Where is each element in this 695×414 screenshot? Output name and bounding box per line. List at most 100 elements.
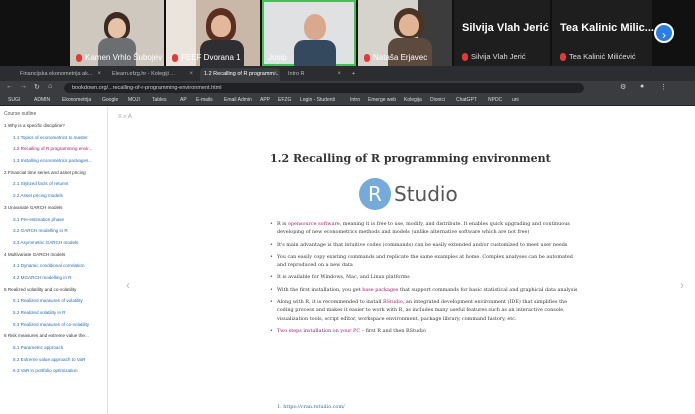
toc-section[interactable]: 5.2 Realized volatility in R	[0, 307, 107, 319]
bookmark[interactable]: Intro	[350, 97, 360, 103]
back-icon[interactable]: ←	[6, 83, 13, 90]
bookmark[interactable]: AP	[180, 97, 187, 103]
participant-face	[108, 18, 126, 38]
toc-chapter[interactable]: 6 Risk measures and extreme value the...	[0, 330, 107, 342]
toc-section[interactable]: 3.3 Asymmetric GARCH models	[0, 237, 107, 249]
list-item: It is available for Windows, Mac, and Li…	[270, 273, 582, 282]
toc-section[interactable]: 4.2 MGARCH modelling in R	[0, 272, 107, 284]
bookmark[interactable]: Google	[102, 97, 118, 103]
muted-mic-icon	[462, 52, 468, 61]
participant-tile[interactable]: Nataša Erjavec	[358, 0, 452, 66]
cran-link[interactable]: 1. https://cran.rstudio.com/	[277, 404, 345, 410]
highlight-link[interactable]: opensource software	[288, 221, 340, 227]
participant-tile-active[interactable]: Josip	[262, 0, 356, 66]
bookmark[interactable]: Tables	[152, 97, 166, 103]
book-toolbar-icons[interactable]: ≡ ⌕ A	[118, 114, 132, 121]
toc-section[interactable]: 3.1 Pre-estimation phase	[0, 214, 107, 226]
close-tab-icon[interactable]: ×	[273, 71, 277, 77]
toc-section-current[interactable]: 1.2 Recalling of R programming envir...	[0, 143, 107, 155]
bookmark[interactable]: NPDC	[488, 97, 502, 103]
toc-chapter[interactable]: 2 Financial time series and asset pricin…	[0, 167, 107, 179]
participant-display-name: Tea Kalinic Milic...	[560, 22, 654, 34]
list-item: Along with R, it is recommended to insta…	[270, 298, 582, 323]
toc-chapter[interactable]: 1 Why is a specific discipline?	[0, 120, 107, 132]
browser-address-bar: ← → ↻ ⌂ bookdown.org/...recalling-of-r-p…	[0, 81, 695, 95]
previous-page-icon[interactable]: ‹	[126, 278, 130, 292]
toc-chapter[interactable]: 5 Realized volatility and co-volatility	[0, 284, 107, 296]
toc-chapter[interactable]: 4 Multivariate GARCH models	[0, 249, 107, 261]
highlight-link[interactable]: Two steps installation on your PC	[277, 328, 360, 334]
toc-section[interactable]: 2.2 Asset pricing models	[0, 190, 107, 202]
forward-icon[interactable]: →	[20, 83, 27, 90]
reload-icon[interactable]: ↻	[34, 83, 40, 91]
toc-chapter[interactable]: 3 Univariate GARCH models	[0, 202, 107, 214]
bookmark[interactable]: Dionici	[430, 97, 445, 103]
bookmark[interactable]: EFZG	[278, 97, 291, 103]
participant-display-name: Silvija Vlah Jerić	[462, 22, 549, 34]
participant-name-tile[interactable]: Silvija Vlah Jerić Silvija Vlah Jerić	[454, 0, 550, 66]
close-tab-icon[interactable]: ×	[337, 71, 341, 77]
browser-tab-bar: Financijska ekonometrija ak... × Elearn.e…	[0, 66, 695, 81]
menu-icon[interactable]: ⋮	[660, 83, 667, 91]
toc-section[interactable]: 6.2 Extreme value approach to VaR	[0, 354, 107, 366]
profile-icon[interactable]: ●	[640, 83, 644, 90]
participant-name-tile[interactable]: Tea Kalinic Milic... Tea Kalinić Milićev…	[552, 0, 654, 66]
toc-section[interactable]: 3.2 GARCH modelling in R	[0, 225, 107, 237]
participant-tile[interactable]: FEEF Dvorana 1	[166, 0, 260, 66]
bookmark[interactable]: SUGI	[8, 97, 20, 103]
next-page-icon[interactable]: ›	[680, 278, 684, 292]
page-content: Course outline 1 Why is a specific disci…	[0, 106, 695, 414]
url-input[interactable]: bookdown.org/...recalling-of-r-programmi…	[64, 83, 584, 93]
bookmark[interactable]: ADMIN	[34, 97, 50, 103]
toc-section[interactable]: 5.3 Realized measures of co-volatility	[0, 319, 107, 331]
sidebar-title: Course outline	[4, 111, 37, 117]
browser-tab-active[interactable]: 1.2 Recalling of R programm... ×	[200, 68, 280, 81]
list-item: Two steps installation on your PC – firs…	[270, 327, 582, 336]
toc-section[interactable]: 6.1 Parametric approach	[0, 342, 107, 354]
toc-section[interactable]: 4.1 Dynamic conditional correlation	[0, 260, 107, 272]
chapter-body: 1.2 Recalling of R programming environme…	[260, 106, 590, 414]
participant-name: Kamen Vrhlo Šubojev	[85, 53, 163, 62]
participant-name: Tea Kalinić Milićević	[569, 52, 636, 61]
highlight-link[interactable]: RStudio	[383, 299, 403, 305]
screen: Kamen Vrhlo Šubojev FEEF Dvorana 1 Josip…	[0, 0, 695, 414]
new-tab-icon[interactable]: +	[348, 68, 360, 81]
bookmark[interactable]: E-mails	[196, 97, 213, 103]
toc-section[interactable]: 2.1 Stylized facts of returns	[0, 178, 107, 190]
toc-section[interactable]: 6.3 VaR in portfolio optimization	[0, 365, 107, 377]
participant-face	[304, 14, 326, 40]
list-item: With the first installation, you get bas…	[270, 286, 582, 295]
browser-tab[interactable]: Elearn.efzg.hr - Kolegiji ... ×	[108, 68, 196, 81]
bookmark[interactable]: APP	[260, 97, 270, 103]
bookmark[interactable]: MOJI	[128, 97, 140, 103]
bookmark[interactable]: Email Admin	[224, 97, 252, 103]
close-tab-icon[interactable]: ×	[189, 71, 193, 77]
toc-section[interactable]: 1.1 Topics of econometrics to master	[0, 132, 107, 144]
bookmarks-bar: SUGI ADMIN Ekonometrija Google MOJI Tabl…	[0, 95, 695, 106]
toc-section[interactable]: 5.1 Realized measures of volatility	[0, 295, 107, 307]
participant-name: Josip	[268, 53, 287, 62]
rstudio-logo-mark: R	[359, 178, 391, 210]
bookmark[interactable]: uni	[512, 97, 519, 103]
bookmark[interactable]: Emerge web	[368, 97, 396, 103]
page-title: 1.2 Recalling of R programming environme…	[270, 152, 551, 165]
bookmark[interactable]: Login - Studenti	[300, 97, 335, 103]
toc-section[interactable]: 1.3 Installing econometrics packages...	[0, 155, 107, 167]
rstudio-logo-text: Studio	[394, 182, 458, 206]
browser-tab[interactable]: Intro R ×	[284, 68, 344, 81]
extensions-icon[interactable]: ⚙	[620, 83, 626, 91]
participant-name: FEEF Dvorana 1	[181, 53, 241, 62]
video-call-strip: Kamen Vrhlo Šubojev FEEF Dvorana 1 Josip…	[0, 0, 695, 66]
bullet-list: R is opensource software, meaning it is …	[270, 220, 582, 336]
close-tab-icon[interactable]: ×	[97, 71, 101, 77]
participant-name: Silvija Vlah Jerić	[471, 52, 526, 61]
bookmark[interactable]: Kolegija	[404, 97, 422, 103]
muted-mic-icon	[76, 53, 82, 62]
bookmark[interactable]: Ekonometrija	[62, 97, 91, 103]
participant-tile[interactable]: Kamen Vrhlo Šubojev	[70, 0, 164, 66]
browser-tab[interactable]: Financijska ekonometrija ak... ×	[16, 68, 104, 81]
next-participants-button[interactable]: ›	[654, 23, 674, 43]
home-icon[interactable]: ⌂	[48, 83, 52, 90]
highlight-link[interactable]: base packages	[362, 287, 398, 293]
bookmark[interactable]: ChatGPT	[456, 97, 477, 103]
